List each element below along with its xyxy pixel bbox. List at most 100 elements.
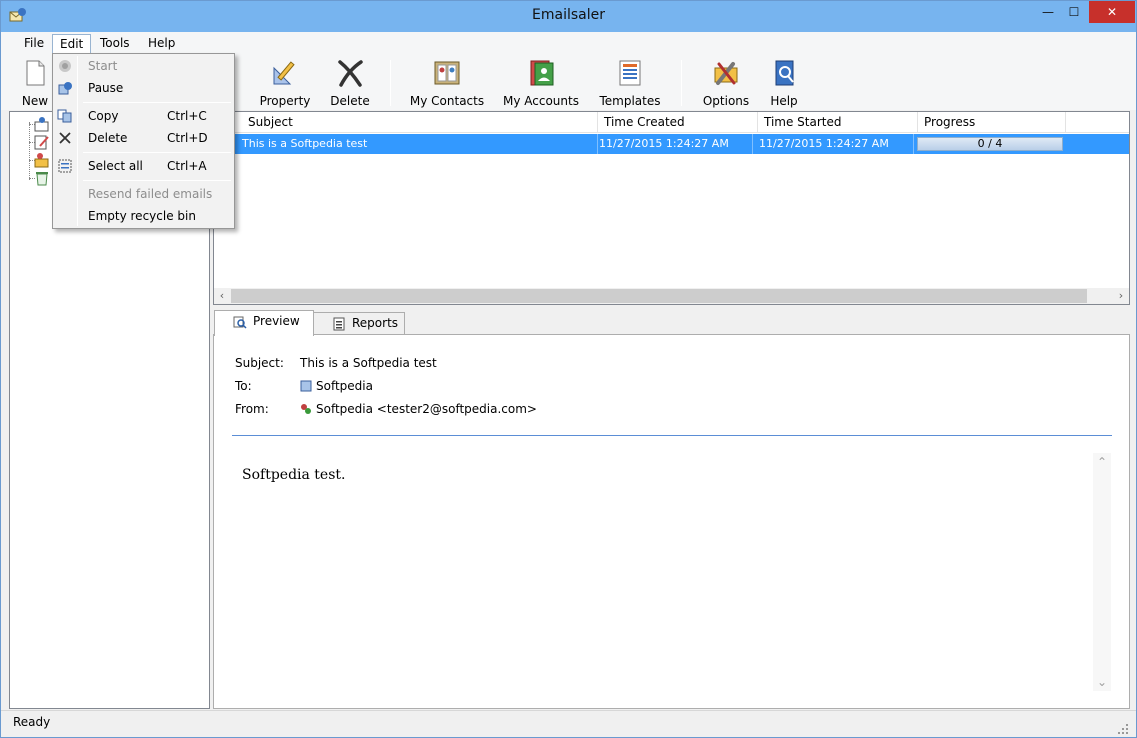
property-button[interactable]: Property [257, 58, 313, 108]
menu-pause-label: Pause [88, 81, 124, 95]
options-button[interactable]: Options [701, 58, 751, 108]
column-time-started[interactable]: Time Started [758, 112, 918, 133]
progress-bar: 0 / 4 [917, 137, 1063, 151]
message-body: Softpedia test. [242, 467, 346, 483]
my-accounts-label: My Accounts [503, 94, 579, 108]
progress-text: 0 / 4 [977, 137, 1003, 150]
menu-delete[interactable]: Delete Ctrl+D [55, 127, 232, 149]
table-row[interactable]: This is a Softpedia test 11/27/2015 1:24… [214, 134, 1129, 154]
menu-separator [83, 152, 231, 153]
delete-x-icon [59, 132, 71, 144]
menu-copy-shortcut: Ctrl+C [167, 109, 207, 123]
to-value-container: Softpedia [300, 379, 373, 393]
tab-preview[interactable]: Preview [214, 310, 314, 336]
options-label: Options [702, 94, 750, 108]
new-button[interactable]: New [15, 58, 55, 108]
menu-copy[interactable]: Copy Ctrl+C [55, 105, 232, 127]
tree-connector [29, 122, 30, 180]
scroll-thumb[interactable] [231, 289, 1087, 303]
row-time-started: 11/27/2015 1:24:27 AM [753, 134, 914, 154]
tab-preview-label: Preview [253, 314, 300, 328]
accounts-book-icon [530, 60, 554, 86]
subject-value: This is a Softpedia test [300, 356, 437, 370]
column-progress[interactable]: Progress [918, 112, 1066, 133]
menu-tools[interactable]: Tools [93, 34, 137, 54]
menu-start[interactable]: Start [55, 55, 232, 77]
menu-empty-recycle-label: Empty recycle bin [88, 209, 196, 223]
menu-copy-label: Copy [88, 109, 119, 123]
new-label: New [21, 94, 49, 108]
to-value: Softpedia [316, 379, 373, 393]
close-button[interactable]: ✕ [1089, 1, 1135, 23]
title-bar[interactable]: Emailsaler — ☐ ✕ [1, 1, 1136, 32]
menu-select-all-label: Select all [88, 159, 143, 173]
preview-panel: Subject: This is a Softpedia test To: So… [213, 334, 1130, 709]
from-value-container: Softpedia <tester2@softpedia.com> [300, 402, 537, 416]
scroll-up-icon[interactable]: ⌃ [1093, 453, 1111, 471]
message-list[interactable]: Subject Time Created Time Started Progre… [213, 111, 1130, 305]
tab-reports[interactable]: Reports [313, 312, 405, 335]
templates-button[interactable]: Templates [599, 58, 661, 108]
copy-icon [57, 109, 72, 123]
menu-file[interactable]: File [17, 34, 51, 54]
menu-edit[interactable]: Edit [52, 34, 92, 54]
new-document-icon [26, 60, 45, 86]
column-subject[interactable]: Subject [242, 112, 598, 133]
outbox-folder-icon[interactable] [34, 116, 50, 132]
help-label: Help [770, 94, 798, 108]
column-time-created[interactable]: Time Created [598, 112, 758, 133]
help-book-icon [775, 60, 794, 86]
delete-label: Delete [330, 94, 370, 108]
scroll-right-icon[interactable]: › [1113, 288, 1129, 304]
my-contacts-label: My Contacts [409, 94, 485, 108]
property-icon [273, 61, 295, 85]
status-bar: Ready [1, 710, 1136, 737]
edit-dropdown-menu: Start Pause Copy Ctrl+C Delete Ctrl+D Se… [52, 53, 235, 229]
toolbar-separator [390, 60, 391, 106]
contact-card-icon [300, 380, 312, 392]
menu-separator [83, 102, 231, 103]
menu-bar: File Edit Tools Help [1, 32, 1136, 54]
property-label: Property [259, 94, 311, 108]
list-header: Subject Time Created Time Started Progre… [214, 112, 1129, 133]
drafts-folder-icon[interactable] [34, 134, 50, 150]
header-divider [232, 435, 1112, 436]
menu-empty-recycle-bin[interactable]: Empty recycle bin [55, 205, 232, 227]
menu-resend-failed-label: Resend failed emails [88, 187, 213, 201]
resize-grip-icon[interactable] [1117, 723, 1129, 735]
recycle-bin-icon[interactable] [34, 170, 50, 186]
pause-icon [58, 82, 72, 95]
my-accounts-button[interactable]: My Accounts [503, 58, 579, 108]
from-label: From: [235, 402, 269, 416]
select-all-icon [58, 159, 72, 173]
templates-icon [619, 60, 641, 86]
minimize-button[interactable]: — [1035, 1, 1061, 23]
sender-account-icon [301, 404, 311, 414]
menu-resend-failed[interactable]: Resend failed emails [55, 183, 232, 205]
preview-magnifier-icon [233, 316, 247, 329]
maximize-button[interactable]: ☐ [1061, 1, 1087, 23]
options-tools-icon [714, 62, 738, 85]
scroll-left-icon[interactable]: ‹ [214, 288, 230, 304]
menu-help[interactable]: Help [141, 34, 182, 54]
row-subject: This is a Softpedia test [236, 134, 598, 154]
menu-select-all-shortcut: Ctrl+A [167, 159, 207, 173]
start-icon [59, 60, 71, 72]
menu-start-label: Start [88, 59, 118, 73]
status-text: Ready [13, 715, 51, 729]
delete-button[interactable]: Delete [327, 58, 373, 108]
menu-pause[interactable]: Pause [55, 77, 232, 99]
scroll-down-icon[interactable]: ⌄ [1093, 673, 1111, 691]
preview-tabs: Preview Reports [213, 310, 1130, 336]
tab-reports-label: Reports [352, 316, 399, 330]
sent-folder-icon[interactable] [34, 152, 50, 168]
window-title: Emailsaler [532, 7, 605, 23]
contacts-book-icon [434, 61, 460, 85]
vertical-scrollbar[interactable]: ⌃ ⌄ [1093, 453, 1111, 691]
horizontal-scrollbar[interactable]: ‹ › [214, 288, 1129, 304]
my-contacts-button[interactable]: My Contacts [409, 58, 485, 108]
help-button[interactable]: Help [767, 58, 801, 108]
to-label: To: [235, 379, 252, 393]
menu-select-all[interactable]: Select all Ctrl+A [55, 155, 232, 177]
templates-label: Templates [599, 94, 661, 108]
